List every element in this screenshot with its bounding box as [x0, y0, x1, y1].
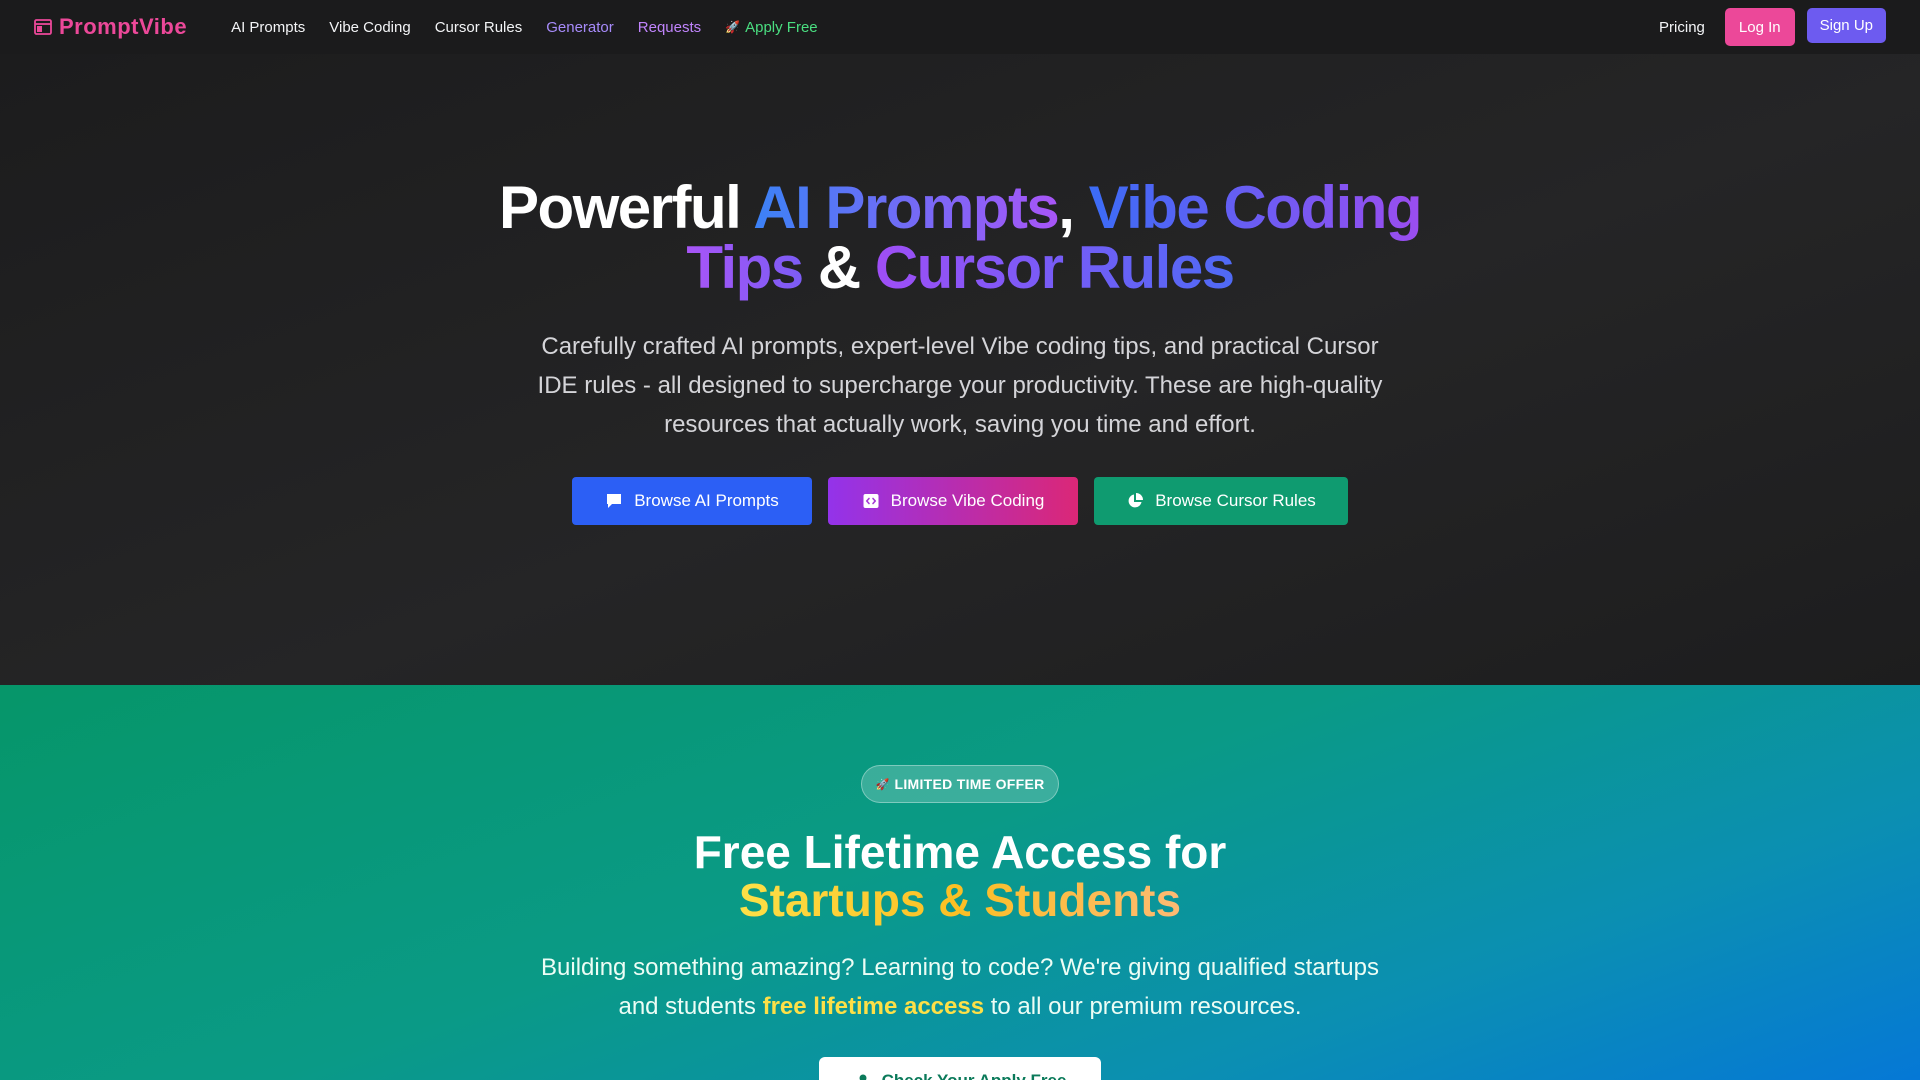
rocket-icon: 🚀	[725, 20, 741, 34]
hero-title-vibe-coding: Vibe Coding	[1088, 174, 1423, 241]
rocket-icon: 🚀	[875, 778, 890, 791]
logo-link[interactable]: PromptVibe	[34, 14, 187, 40]
nav-link-vibe-coding[interactable]: Vibe Coding	[329, 19, 410, 36]
browse-cursor-rules-button[interactable]: Browse Cursor Rules	[1094, 477, 1348, 525]
nav-link-generator[interactable]: Generator	[546, 19, 614, 36]
nav-link-pricing[interactable]: Pricing	[1659, 19, 1705, 36]
nav-link-apply-free-label: Apply Free	[745, 18, 818, 36]
nav-right-actions: Pricing Log In Sign Up	[1659, 8, 1886, 46]
chat-bubble-icon	[607, 494, 622, 508]
hero-buttons: Browse AI Prompts Browse Vibe Coding Bro…	[0, 477, 1920, 525]
browse-cursor-rules-label: Browse Cursor Rules	[1155, 491, 1316, 510]
limited-offer-badge: 🚀 LIMITED TIME OFFER	[861, 765, 1059, 803]
hero-title-cursor-rules: Cursor Rules	[874, 234, 1235, 301]
hero-title-part: &	[802, 234, 875, 301]
user-icon	[859, 1074, 867, 1080]
nav-link-ai-prompts[interactable]: AI Prompts	[231, 19, 305, 36]
nav-link-cursor-rules[interactable]: Cursor Rules	[435, 19, 523, 36]
apply-free-cta-label: Check Your Apply Free	[882, 1071, 1067, 1080]
nav-link-apply-free[interactable]: 🚀 Apply Free	[725, 19, 818, 36]
hero-title-part: Powerful	[498, 174, 754, 241]
offer-subtitle-text: to all our premium resources.	[984, 993, 1302, 1020]
pie-chart-icon	[1128, 493, 1144, 508]
browse-ai-prompts-label: Browse AI Prompts	[634, 491, 779, 510]
offer-title-line2: Startups & Students	[738, 874, 1182, 926]
browse-ai-prompts-button[interactable]: Browse AI Prompts	[572, 477, 812, 525]
offer-subtitle: Building something amazing? Learning to …	[520, 948, 1400, 1026]
limited-offer-badge-label: LIMITED TIME OFFER	[894, 776, 1045, 792]
offer-subtitle-highlight: free lifetime access	[762, 993, 985, 1020]
signup-button[interactable]: Sign Up	[1806, 8, 1886, 43]
login-button[interactable]: Log In	[1724, 8, 1795, 46]
startup-offer-section: 🚀 LIMITED TIME OFFER Free Lifetime Acces…	[0, 685, 1920, 1080]
code-icon	[863, 494, 879, 508]
hero-section: Powerful AI Prompts, Vibe Coding Tips & …	[0, 54, 1920, 685]
top-navigation-bar: PromptVibe AI Prompts Vibe Coding Cursor…	[0, 0, 1920, 54]
offer-title: Free Lifetime Access for Startups & Stud…	[0, 828, 1920, 924]
hero-title: Powerful AI Prompts, Vibe Coding Tips & …	[0, 178, 1920, 298]
nav-link-requests[interactable]: Requests	[638, 19, 701, 36]
hero-title-tips: Tips	[686, 234, 804, 301]
browse-vibe-coding-button[interactable]: Browse Vibe Coding	[828, 477, 1078, 525]
logo-text: PromptVibe	[59, 14, 188, 39]
browse-vibe-coding-label: Browse Vibe Coding	[890, 491, 1045, 510]
apply-free-cta-button[interactable]: Check Your Apply Free	[819, 1057, 1101, 1080]
offer-title-line1: Free Lifetime Access for	[693, 826, 1227, 878]
hero-subtitle: Carefully crafted AI prompts, expert-lev…	[537, 333, 1383, 438]
nav-links: AI Prompts Vibe Coding Cursor Rules Gene…	[231, 19, 818, 36]
window-icon	[34, 19, 52, 35]
hero-title-part: ,	[1058, 174, 1089, 241]
hero-title-ai-prompts: AI Prompts	[753, 174, 1060, 241]
